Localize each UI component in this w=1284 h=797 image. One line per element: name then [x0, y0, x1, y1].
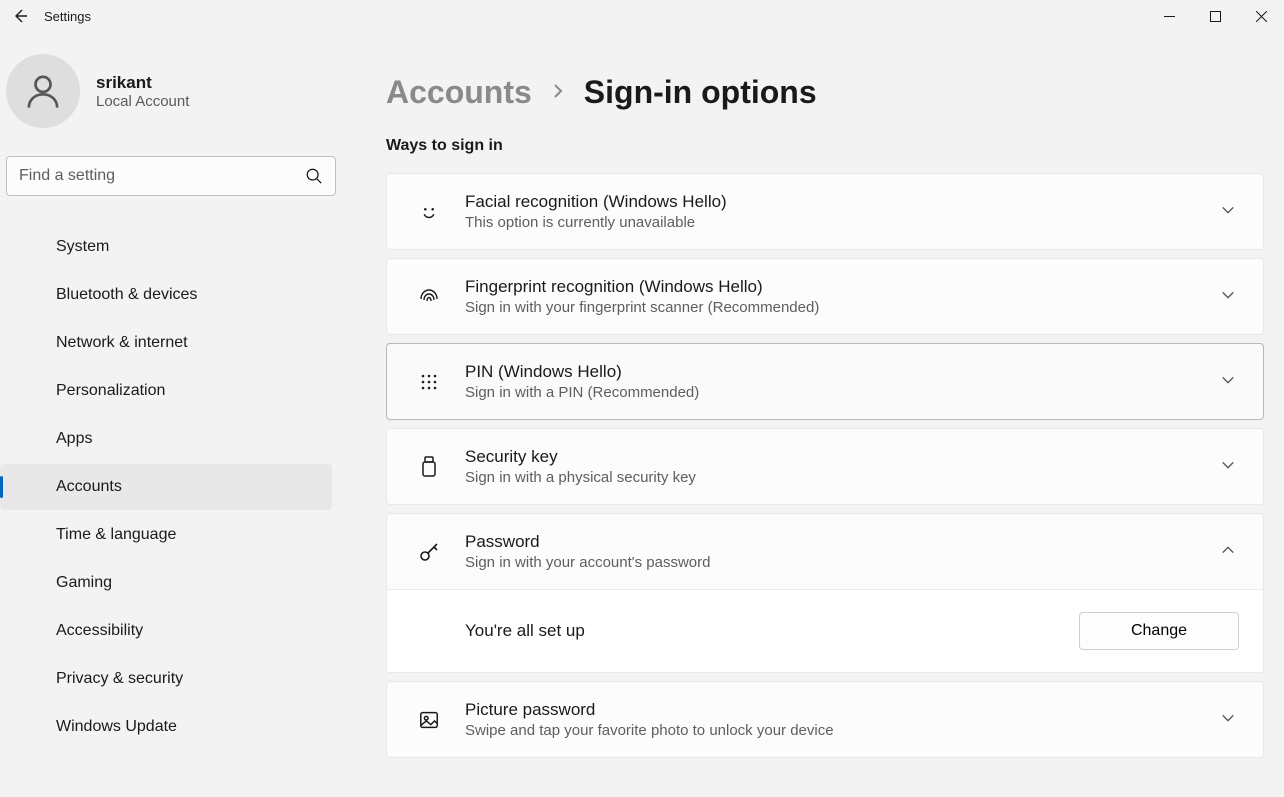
chevron-down-icon — [1217, 458, 1239, 475]
nav-item-time-language[interactable]: Time & language — [0, 512, 332, 558]
chevron-down-icon — [1217, 711, 1239, 728]
option-password-body: You're all set up Change — [387, 589, 1263, 672]
nav-list: System Bluetooth & devices Network & int… — [0, 224, 334, 750]
chevron-down-icon — [1217, 288, 1239, 305]
minimize-icon — [1164, 11, 1175, 22]
nav-label: Personalization — [56, 382, 165, 400]
option-subtitle: This option is currently unavailable — [465, 214, 1217, 231]
breadcrumb: Accounts Sign-in options — [386, 74, 1264, 111]
option-security-key[interactable]: Security key Sign in with a physical sec… — [386, 428, 1264, 505]
fingerprint-icon — [411, 285, 447, 309]
nav-item-system[interactable]: System — [0, 224, 332, 270]
usb-key-icon — [411, 455, 447, 479]
option-password-header[interactable]: Password Sign in with your account's pas… — [387, 514, 1263, 589]
nav-label: Bluetooth & devices — [56, 286, 197, 304]
nav-item-network[interactable]: Network & internet — [0, 320, 332, 366]
breadcrumb-current: Sign-in options — [584, 74, 817, 111]
profile-text: srikant Local Account — [96, 73, 189, 110]
option-title: Password — [465, 532, 1217, 552]
window-controls — [1146, 0, 1284, 32]
nav-item-windows-update[interactable]: Windows Update — [0, 704, 332, 750]
option-title: Picture password — [465, 700, 1217, 720]
close-button[interactable] — [1238, 0, 1284, 32]
nav-item-accessibility[interactable]: Accessibility — [0, 608, 332, 654]
profile-block[interactable]: srikant Local Account — [6, 54, 334, 128]
nav-item-apps[interactable]: Apps — [0, 416, 332, 462]
titlebar: Settings — [0, 0, 1284, 32]
nav-item-privacy[interactable]: Privacy & security — [0, 656, 332, 702]
back-button[interactable] — [6, 2, 34, 30]
person-icon — [23, 71, 63, 111]
chevron-down-icon — [1217, 203, 1239, 220]
close-icon — [1256, 11, 1267, 22]
option-subtitle: Sign in with your account's password — [465, 554, 1217, 571]
option-fingerprint[interactable]: Fingerprint recognition (Windows Hello) … — [386, 258, 1264, 335]
option-title: Security key — [465, 447, 1217, 467]
nav-label: Accounts — [56, 478, 122, 496]
nav-item-accounts[interactable]: Accounts — [0, 464, 332, 510]
nav-label: Accessibility — [56, 622, 143, 640]
nav-item-personalization[interactable]: Personalization — [0, 368, 332, 414]
app-title: Settings — [44, 9, 91, 24]
signin-options-list: Facial recognition (Windows Hello) This … — [386, 173, 1264, 758]
option-subtitle: Sign in with your fingerprint scanner (R… — [465, 299, 1217, 316]
option-subtitle: Sign in with a PIN (Recommended) — [465, 384, 1217, 401]
nav-label: Network & internet — [56, 334, 188, 352]
main-content: Accounts Sign-in options Ways to sign in… — [340, 32, 1284, 797]
key-icon — [411, 540, 447, 564]
avatar — [6, 54, 80, 128]
option-password: Password Sign in with your account's pas… — [386, 513, 1264, 673]
profile-subtitle: Local Account — [96, 93, 189, 110]
picture-icon — [411, 709, 447, 731]
arrow-left-icon — [12, 8, 28, 24]
nav-label: Privacy & security — [56, 670, 183, 688]
chevron-right-icon — [550, 83, 566, 102]
option-picture-password[interactable]: Picture password Swipe and tap your favo… — [386, 681, 1264, 758]
search-icon — [305, 167, 323, 185]
titlebar-left: Settings — [6, 2, 91, 30]
search-input[interactable] — [19, 167, 305, 185]
option-subtitle: Swipe and tap your favorite photo to unl… — [465, 722, 1217, 739]
option-title: Fingerprint recognition (Windows Hello) — [465, 277, 1217, 297]
nav-label: Windows Update — [56, 718, 177, 736]
password-status-text: You're all set up — [465, 621, 585, 641]
option-facial-recognition[interactable]: Facial recognition (Windows Hello) This … — [386, 173, 1264, 250]
minimize-button[interactable] — [1146, 0, 1192, 32]
nav-item-gaming[interactable]: Gaming — [0, 560, 332, 606]
section-label: Ways to sign in — [386, 137, 1264, 155]
profile-name: srikant — [96, 73, 189, 93]
option-title: PIN (Windows Hello) — [465, 362, 1217, 382]
nav-item-bluetooth[interactable]: Bluetooth & devices — [0, 272, 332, 318]
face-icon — [411, 201, 447, 223]
keypad-icon — [411, 372, 447, 392]
nav-label: System — [56, 238, 109, 256]
change-button[interactable]: Change — [1079, 612, 1239, 650]
chevron-up-icon — [1217, 543, 1239, 560]
search-box[interactable] — [6, 156, 336, 196]
nav-label: Time & language — [56, 526, 176, 544]
option-subtitle: Sign in with a physical security key — [465, 469, 1217, 486]
sidebar: srikant Local Account System Bluetooth &… — [0, 32, 340, 797]
chevron-down-icon — [1217, 373, 1239, 390]
option-title: Facial recognition (Windows Hello) — [465, 192, 1217, 212]
maximize-icon — [1210, 11, 1221, 22]
nav-label: Gaming — [56, 574, 112, 592]
breadcrumb-parent[interactable]: Accounts — [386, 74, 532, 111]
nav-label: Apps — [56, 430, 92, 448]
option-pin[interactable]: PIN (Windows Hello) Sign in with a PIN (… — [386, 343, 1264, 420]
maximize-button[interactable] — [1192, 0, 1238, 32]
